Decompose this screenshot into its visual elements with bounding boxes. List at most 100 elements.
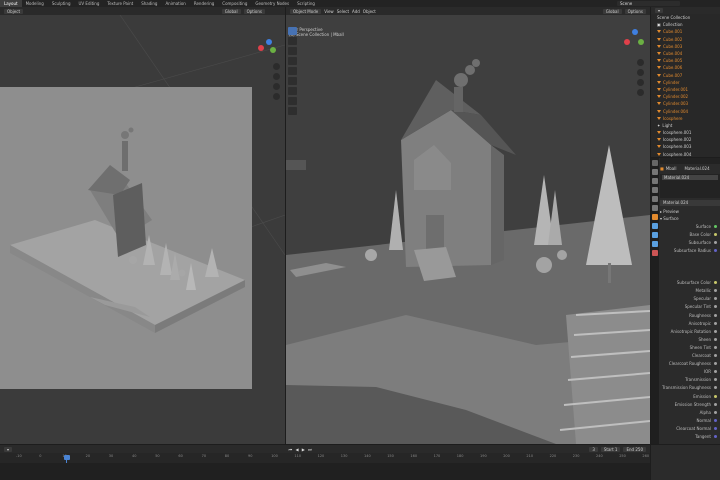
select-tool-icon[interactable]	[288, 27, 297, 35]
outliner-item[interactable]: Cylinder.004	[657, 107, 720, 114]
scene-selector[interactable]: Scene	[617, 1, 680, 6]
pan-icon[interactable]	[637, 69, 644, 76]
outliner-item[interactable]: Icosphere.004	[657, 151, 720, 158]
left-viewport[interactable]: Object Global Options	[0, 7, 285, 444]
surface-shader-row[interactable]: Surface	[660, 222, 720, 230]
property-row[interactable]: Sheen Tint	[660, 343, 720, 351]
outliner-item[interactable]: Cylinder.001	[657, 86, 720, 93]
material-name-field[interactable]: Material.024	[660, 200, 720, 206]
scale-tool-icon[interactable]	[288, 67, 297, 75]
preview-panel-header[interactable]: ▸ Preview	[660, 208, 720, 215]
menu-object[interactable]: Object	[363, 9, 376, 14]
menu-add[interactable]: Add	[352, 9, 360, 14]
property-row[interactable]: Metallic	[660, 287, 720, 295]
mode-dropdown[interactable]: Object	[4, 8, 24, 14]
outliner-item[interactable]: Icosphere.002	[657, 136, 720, 143]
outliner-item[interactable]: Cube.005	[657, 57, 720, 64]
property-row[interactable]	[660, 262, 720, 270]
zoom-icon[interactable]	[637, 59, 644, 66]
outliner-item[interactable]: Icosphere.001	[657, 129, 720, 136]
tab-modeling[interactable]: Modeling	[22, 0, 48, 7]
menu-select[interactable]: Select	[337, 9, 349, 14]
render-tab-icon[interactable]	[652, 169, 658, 175]
object-mode-dropdown[interactable]: Object Mode	[290, 8, 322, 14]
tab-sculpting[interactable]: Sculpting	[48, 0, 75, 7]
material-slots-list[interactable]: Material.024	[660, 174, 720, 198]
property-row[interactable]: IOR	[660, 368, 720, 376]
orientation-dropdown[interactable]: Global	[602, 8, 622, 14]
property-row[interactable]: Roughness	[660, 311, 720, 319]
property-row[interactable]: Alpha	[660, 408, 720, 416]
rotate-tool-icon[interactable]	[288, 57, 297, 65]
property-row[interactable]: Clearcoat Normal	[660, 424, 720, 432]
outliner-item[interactable]: Cube.004	[657, 50, 720, 57]
property-row[interactable]: Subsurface Radius	[660, 246, 720, 254]
tab-uv-editing[interactable]: UV Editing	[75, 0, 104, 7]
cursor-tool-icon[interactable]	[288, 37, 297, 45]
outliner-item[interactable]: Cube.002	[657, 36, 720, 43]
property-row[interactable]: Specular Tint	[660, 303, 720, 311]
outliner-item[interactable]: Icosphere.003	[657, 143, 720, 150]
property-row[interactable]: Emission Strength	[660, 400, 720, 408]
property-row[interactable]: Sheen	[660, 335, 720, 343]
outliner-item[interactable]: Cube.001	[657, 28, 720, 35]
tab-animation[interactable]: Animation	[161, 0, 189, 7]
collection-row[interactable]: ▣ Collection	[657, 21, 720, 28]
zoom-icon[interactable]	[273, 63, 280, 70]
options-dropdown[interactable]: Options	[243, 8, 265, 14]
scene-collection-row[interactable]: Scene Collection	[657, 14, 720, 21]
scene-tab-icon[interactable]	[652, 196, 658, 202]
pan-icon[interactable]	[273, 73, 280, 80]
grid-icon[interactable]	[637, 89, 644, 96]
property-row[interactable]	[660, 271, 720, 279]
property-row[interactable]: Emission	[660, 392, 720, 400]
property-row[interactable]: Clearcoat Roughness	[660, 360, 720, 368]
tab-rendering[interactable]: Rendering	[190, 0, 218, 7]
tab-shading[interactable]: Shading	[137, 0, 161, 7]
orientation-dropdown[interactable]: Global	[221, 8, 241, 14]
outliner-filter[interactable]: ▾	[655, 8, 664, 13]
surface-panel-header[interactable]: ▾ Surface	[660, 215, 720, 222]
property-row[interactable]: Anisotropic	[660, 319, 720, 327]
options-dropdown[interactable]: Options	[624, 8, 646, 14]
outliner-item[interactable]: Icosphere	[657, 115, 720, 122]
timeline-track[interactable]	[0, 463, 650, 480]
property-row[interactable]: Tangent	[660, 432, 720, 440]
timeline[interactable]: ▾ ⏮ ◀ ▶ ⏭ 3 Start 1 End 250 -10010203040…	[0, 445, 650, 480]
view-layer-tab-icon[interactable]	[652, 187, 658, 193]
physics-tab-icon[interactable]	[652, 241, 658, 247]
measure-tool-icon[interactable]	[288, 97, 297, 105]
property-row[interactable]: Specular	[660, 295, 720, 303]
menu-view[interactable]: View	[324, 9, 334, 14]
tab-texture-paint[interactable]: Texture Paint	[103, 0, 137, 7]
grid-icon[interactable]	[273, 93, 280, 100]
property-row[interactable]: Clearcoat	[660, 352, 720, 360]
property-row[interactable]: Subsurface	[660, 238, 720, 246]
outliner-item[interactable]: Cube.007	[657, 72, 720, 79]
camera-icon[interactable]	[637, 79, 644, 86]
property-row[interactable]: Anisotropic Rotation	[660, 327, 720, 335]
particles-tab-icon[interactable]	[652, 232, 658, 238]
material-slot[interactable]: Material.024	[662, 175, 718, 180]
tool-tab-icon[interactable]	[652, 160, 658, 166]
object-tab-icon[interactable]	[652, 214, 658, 220]
outliner-item[interactable]: Cylinder	[657, 79, 720, 86]
tab-layout[interactable]: Layout	[0, 0, 22, 7]
material-tab-icon[interactable]	[652, 250, 658, 256]
tab-scripting[interactable]: Scripting	[293, 0, 319, 7]
property-row[interactable]: Base Color	[660, 230, 720, 238]
world-tab-icon[interactable]	[652, 205, 658, 211]
tab-geometry-nodes[interactable]: Geometry Nodes	[251, 0, 293, 7]
move-tool-icon[interactable]	[288, 47, 297, 55]
modifier-tab-icon[interactable]	[652, 223, 658, 229]
right-viewport[interactable]: Object Mode View Select Add Object Globa…	[286, 7, 650, 444]
property-row[interactable]	[660, 254, 720, 262]
outliner-item[interactable]: Cube.003	[657, 43, 720, 50]
property-row[interactable]: Subsurface Color	[660, 279, 720, 287]
tab-compositing[interactable]: Compositing	[218, 0, 251, 7]
outliner-item[interactable]: Cylinder.002	[657, 93, 720, 100]
property-row[interactable]: Transmission Roughness	[660, 384, 720, 392]
output-tab-icon[interactable]	[652, 178, 658, 184]
outliner-item[interactable]: Cube.006	[657, 64, 720, 71]
outliner-item[interactable]: Cylinder.003	[657, 100, 720, 107]
